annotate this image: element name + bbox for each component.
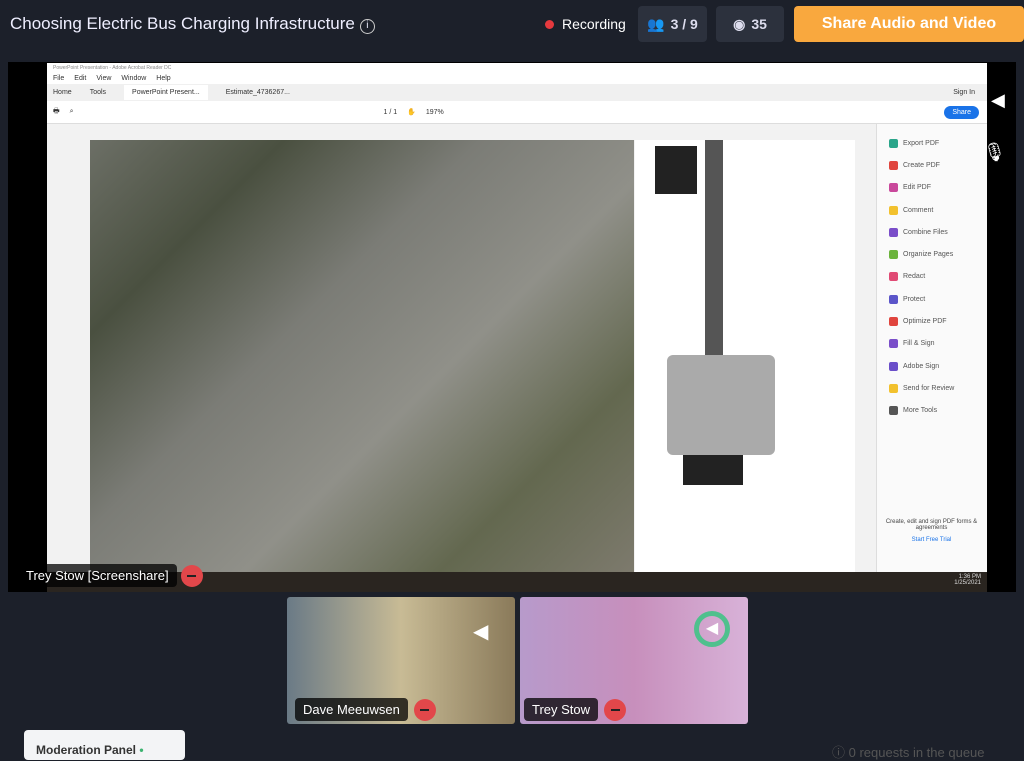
menu-edit[interactable]: Edit <box>74 75 86 82</box>
tool-item[interactable]: Fill & Sign <box>889 333 987 355</box>
title-text: Choosing Electric Bus Charging Infrastru… <box>10 14 355 33</box>
tool-icon <box>889 339 898 349</box>
participant-name: Dave Meeuwsen <box>295 698 408 721</box>
tab-document[interactable]: PowerPoint Present... <box>124 85 208 100</box>
menu-file[interactable]: File <box>53 75 64 82</box>
tool-icon <box>889 294 898 304</box>
menu-view[interactable]: View <box>96 75 111 82</box>
page-indicator[interactable]: 1 / 1 <box>384 109 398 116</box>
share-audio-video-button[interactable]: Share Audio and Video <box>794 6 1024 42</box>
tab-tools[interactable]: Tools <box>90 89 106 96</box>
tool-label: Edit PDF <box>903 184 932 192</box>
moderation-panel-button[interactable]: Moderation Panel • <box>24 730 185 760</box>
speaker-icon[interactable]: ◀ <box>473 619 488 644</box>
page-title: Choosing Electric Bus Charging Infrastru… <box>10 14 375 34</box>
queue-status: ⓘ 0 requests in the queue <box>832 742 985 761</box>
remove-button[interactable] <box>180 564 203 587</box>
tool-item[interactable]: Optimize PDF <box>889 310 987 332</box>
tool-label: Send for Review <box>903 384 955 392</box>
tab-estimate[interactable]: Estimate_4736267... <box>226 89 290 96</box>
tool-label: Organize Pages <box>903 251 954 259</box>
tool-item[interactable]: Comment <box>889 199 987 221</box>
document-area: Export PDF Create PDF Edit PDF Comment Combi… <box>47 124 987 572</box>
participants-label: 3 / 9 <box>670 16 698 32</box>
tool-label: Create PDF <box>903 161 940 169</box>
tool-label: Combine Files <box>903 228 948 236</box>
tool-label: Optimize PDF <box>903 318 947 326</box>
tool-item[interactable]: Export PDF <box>889 132 987 154</box>
aerial-photo <box>90 140 634 572</box>
tool-icon <box>889 406 898 416</box>
tool-item[interactable]: More Tools <box>889 400 987 422</box>
tool-icon <box>889 138 898 148</box>
tool-label: Protect <box>903 295 926 303</box>
sign-in-link[interactable]: Sign In <box>953 89 975 96</box>
video-tile-trey[interactable]: ◀ Trey Stow <box>520 597 748 724</box>
eye-icon: ◉ <box>733 15 746 32</box>
microphone-icon[interactable]: 🎙 <box>983 142 1006 163</box>
tool-label: Comment <box>903 206 934 214</box>
zoom-select[interactable]: 197% <box>426 109 444 116</box>
tool-icon <box>889 205 898 215</box>
recording-label: Recording <box>562 16 626 32</box>
share-button[interactable]: Share <box>944 105 979 119</box>
speaking-speaker-icon[interactable]: ◀ <box>694 611 730 647</box>
info-icon: ⓘ <box>832 745 849 760</box>
tool-icon <box>889 227 898 237</box>
promo-text: Create, edit and sign PDF forms & agreem… <box>885 519 978 531</box>
tools-panel: Export PDF Create PDF Edit PDF Comment Combi… <box>876 124 987 572</box>
remove-button[interactable] <box>604 698 627 721</box>
menu-window[interactable]: Window <box>121 75 146 82</box>
tool-icon <box>889 183 898 193</box>
speaker-icon[interactable]: ◀ <box>991 90 1005 111</box>
print-icon[interactable]: 🖶 <box>53 107 60 118</box>
tab-bar: Home Tools PowerPoint Present... Estimate_4… <box>47 84 987 101</box>
charger-photo <box>635 140 855 572</box>
viewers-count[interactable]: ◉ 35 <box>716 6 784 42</box>
tool-icon <box>889 272 898 282</box>
tab-home[interactable]: Home <box>53 89 72 96</box>
tool-icon <box>889 250 898 260</box>
screenshare-view: PowerPoint Presentation - Adobe Acrobat … <box>8 62 1016 592</box>
info-icon[interactable]: i <box>359 19 375 34</box>
tool-item[interactable]: Adobe Sign <box>889 355 987 377</box>
moderation-label: Moderation Panel <box>36 743 137 757</box>
tool-label: Export PDF <box>903 139 940 147</box>
remove-button[interactable] <box>413 698 436 721</box>
participants-count[interactable]: 👥 3 / 9 <box>638 6 707 42</box>
tool-label: Fill & Sign <box>903 340 935 348</box>
queue-label: 0 requests in the queue <box>848 745 985 760</box>
window-title: PowerPoint Presentation - Adobe Acrobat … <box>53 65 172 71</box>
viewers-label: 35 <box>751 16 767 32</box>
tool-item[interactable]: Protect <box>889 288 987 310</box>
video-tile-dave[interactable]: ◀ Dave Meeuwsen <box>287 597 515 724</box>
search-icon[interactable]: ⌕ <box>70 108 74 116</box>
tool-label: Redact <box>903 273 926 281</box>
tool-item[interactable]: Redact <box>889 266 987 288</box>
menu-bar: File Edit View Window Help <box>47 73 987 84</box>
recording-indicator: Recording <box>545 16 626 32</box>
people-icon: 👥 <box>647 15 665 32</box>
tool-item[interactable]: Send for Review <box>889 377 987 399</box>
tool-icon <box>889 317 898 327</box>
tool-label: More Tools <box>903 407 938 415</box>
tool-item[interactable]: Edit PDF <box>889 177 987 199</box>
screenshare-label: Trey Stow [Screenshare] <box>18 564 177 587</box>
toolbar: 🖶 ⌕ 1 / 1 ✋ 197% Share <box>47 101 987 124</box>
clock-date: 1/25/2021 <box>954 580 981 586</box>
participant-name: Trey Stow <box>524 698 599 721</box>
hand-icon[interactable]: ✋ <box>407 108 416 116</box>
tool-item[interactable]: Organize Pages <box>889 243 987 265</box>
tool-icon <box>889 383 898 393</box>
tool-item[interactable]: Combine Files <box>889 221 987 243</box>
free-trial-link[interactable]: Start Free Trial <box>876 537 987 543</box>
record-dot-icon <box>545 20 554 29</box>
acrobat-window: PowerPoint Presentation - Adobe Acrobat … <box>47 63 987 592</box>
menu-help[interactable]: Help <box>156 75 170 82</box>
tool-icon <box>889 160 898 170</box>
tool-label: Adobe Sign <box>903 362 940 370</box>
tool-item[interactable]: Create PDF <box>889 154 987 176</box>
tool-icon <box>889 361 898 371</box>
status-dot-icon: • <box>139 743 144 757</box>
